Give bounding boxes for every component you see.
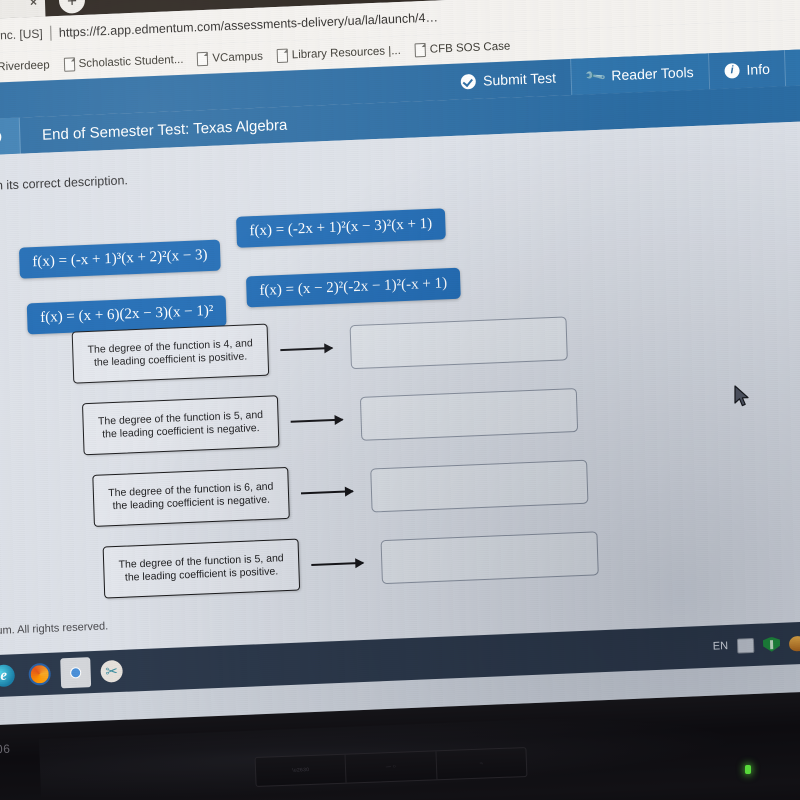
bezel-marking: 06 [0, 741, 11, 757]
bookmark-label: CFB SOS Case [429, 40, 511, 56]
new-tab-button[interactable]: + [58, 0, 86, 14]
save-button[interactable]: ➞] Save [784, 46, 800, 87]
arrow-icon [311, 561, 364, 567]
google-chrome-icon[interactable] [60, 657, 92, 689]
description-box-2: The degree of the function is 5, and the… [81, 395, 280, 456]
touchpad-button-middle[interactable]: — ○ [345, 751, 438, 783]
firefox-icon[interactable] [24, 659, 55, 690]
bookmark-label: Scholastic Student... [78, 53, 184, 71]
bookmark-scholastic-student[interactable]: Scholastic Student... [63, 53, 184, 72]
arrow-icon [290, 418, 343, 423]
page-icon [197, 51, 209, 67]
snipping-tool-icon[interactable] [96, 656, 127, 687]
shield-icon[interactable] [763, 636, 780, 652]
url-text: https://f2.app.edmentum.com/assessments-… [58, 10, 439, 40]
arrow-icon [280, 346, 333, 352]
system-tray: EN 🔊 10: 3/2 [712, 627, 800, 660]
info-circle-icon: i [724, 62, 740, 79]
page-icon [63, 57, 75, 72]
check-circle-icon [460, 73, 477, 89]
bookmark-cfb-sos-case[interactable]: CFB SOS Case [414, 39, 511, 58]
tab-title: xas Alge [0, 0, 26, 12]
answer-dropzone-2[interactable] [359, 388, 579, 441]
bookmark-label: VCampus [212, 50, 264, 65]
function-tile-2[interactable]: f(x) = (-2x + 1)²(x − 3)²(x + 1) [236, 208, 446, 248]
info-button[interactable]: i Info [707, 50, 786, 90]
internet-explorer-icon[interactable]: e [0, 660, 19, 691]
reader-tools-button[interactable]: 🔧 Reader Tools [570, 53, 710, 95]
mouse-cursor [734, 385, 749, 407]
question-instruction: unction with its correct description. [0, 173, 129, 195]
arrow-right-circle-icon [0, 128, 2, 145]
description-box-3: The degree of the function is 6, and the… [92, 466, 290, 527]
answer-dropzone-4[interactable] [380, 531, 599, 585]
url-separator: | [48, 24, 54, 42]
match-rows: The degree of the function is 4, and the… [0, 299, 800, 638]
submit-test-button[interactable]: Submit Test [446, 59, 572, 100]
tray-app-icon[interactable] [788, 635, 800, 652]
close-icon[interactable]: × [30, 0, 37, 9]
arrow-icon [300, 490, 353, 495]
touchpad-button-right[interactable]: ¬ [436, 748, 526, 779]
laptop-photo: \u2630 — ○ ¬ 06 xas Alge × + Edmentum, I… [0, 0, 800, 800]
answer-dropzone-3[interactable] [370, 459, 589, 513]
wrench-icon: 🔧 [583, 63, 608, 88]
function-tile-bank: f(x) = (-x + 1)³(x + 2)²(x − 3) f(x) = (… [0, 171, 800, 335]
keyboard-icon[interactable] [736, 637, 755, 654]
description-box-1: The degree of the function is 4, and the… [71, 323, 270, 384]
bookmark-label: Library Resources |... [291, 44, 402, 62]
taskbar-apps: e [0, 656, 127, 694]
site-identity-label: Edmentum, Inc. [US] [0, 26, 43, 46]
test-title: End of Semester Test: Texas Algebra [41, 116, 288, 144]
power-led-indicator [745, 765, 751, 774]
copyright-footer: 9 Edmentum. All rights reserved. [0, 620, 109, 639]
bookmark-label: Riverdeep [0, 59, 50, 74]
next-button[interactable]: Next [0, 117, 21, 158]
laptop-screen: xas Alge × + Edmentum, Inc. [US] | https… [0, 0, 800, 728]
function-tile-1[interactable]: f(x) = (-x + 1)³(x + 2)²(x − 3) [18, 239, 222, 279]
info-label: Info [746, 60, 771, 78]
bookmark-vcampus[interactable]: VCampus [197, 50, 263, 67]
page-icon [414, 42, 427, 58]
reader-tools-label: Reader Tools [611, 63, 694, 84]
answer-dropzone-1[interactable] [349, 316, 568, 370]
description-box-4: The degree of the function is 5, and the… [102, 538, 301, 599]
question-content: unction with its correct description. f(… [0, 118, 800, 658]
language-indicator[interactable]: EN [713, 640, 729, 653]
page-icon [276, 48, 289, 64]
submit-test-label: Submit Test [482, 69, 557, 89]
function-tile-4[interactable]: f(x) = (x − 2)²(-2x − 1)²(-x + 1) [245, 267, 461, 308]
bookmark-library-resources[interactable]: Library Resources |... [276, 44, 402, 64]
touchpad-button-left[interactable]: \u2630 [255, 754, 347, 786]
bookmark-riverdeep[interactable]: Riverdeep [0, 58, 50, 75]
